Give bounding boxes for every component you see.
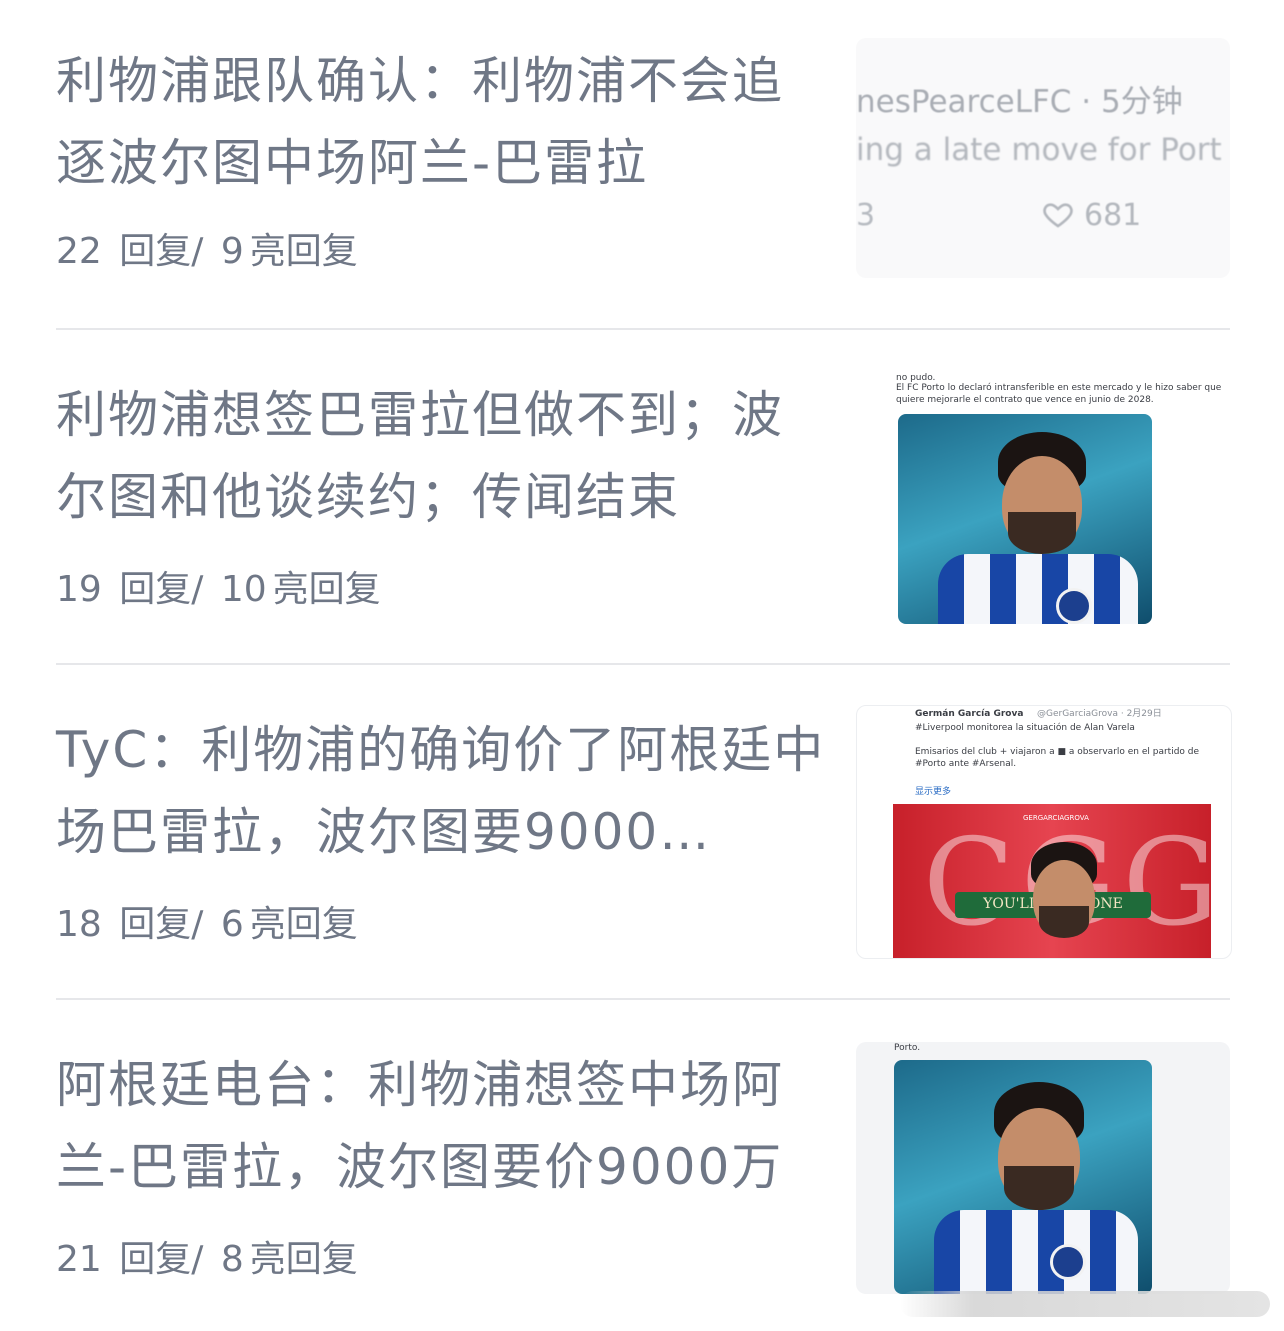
light-count: 10 xyxy=(220,569,267,610)
post-meta: 19 回复/ 10 亮回复 xyxy=(56,560,387,612)
post-title[interactable]: 利物浦想签巴雷拉但做不到；波尔图和他谈续约；传闻结束 xyxy=(56,374,826,538)
list-item[interactable]: 利物浦跟队确认：利物浦不会追逐波尔图中场阿兰-巴雷拉 22 回复/ 9 亮回复 n… xyxy=(56,0,1230,330)
light-label: 亮回复 xyxy=(249,1239,358,1280)
post-thumbnail[interactable]: Germán García Grova @GerGarciaGrova · 2月… xyxy=(856,705,1232,959)
tweet-line: Emisarios del club + viajaron a ■ a obse… xyxy=(915,747,1200,769)
list-item[interactable]: TyC：利物浦的确询价了阿根廷中场巴雷拉，波尔图要9000… 18 回复/ 6亮… xyxy=(56,665,1232,995)
reply-label: 回复/ xyxy=(119,569,204,610)
show-more-link[interactable]: 显示更多 xyxy=(915,784,951,797)
tweet-text: ing a late move for Port xyxy=(856,132,1222,168)
thumb-caption: Porto. xyxy=(894,1043,921,1053)
light-count: 9 xyxy=(220,231,244,272)
post-meta: 18 回复/ 6 亮回复 xyxy=(56,895,364,947)
tweet-line: #Liverpool monitorea la situación de Ala… xyxy=(915,723,1135,733)
reply-count: 18 xyxy=(56,904,102,945)
post-thumbnail[interactable]: no pudo. El FC Porto lo declaró intransf… xyxy=(856,372,1230,624)
light-count: 6 xyxy=(220,904,244,945)
post-thumbnail[interactable]: nesPearceLFC · 5分钟 ing a late move for P… xyxy=(856,38,1230,278)
reply-label: 回复/ xyxy=(119,904,204,945)
reply-count: 21 xyxy=(56,1239,102,1280)
player-photo xyxy=(894,1060,1152,1294)
post-title[interactable]: 利物浦跟队确认：利物浦不会追逐波尔图中场阿兰-巴雷拉 xyxy=(56,40,826,204)
list-item[interactable]: 阿根廷电台：利物浦想签中场阿兰-巴雷拉，波尔图要价9000万 21 回复/ 8亮… xyxy=(56,1000,1230,1330)
tweet-author: Germán García Grova xyxy=(915,709,1024,719)
post-meta: 22 回复/ 9 亮回复 xyxy=(56,222,364,274)
thumb-caption-text: El FC Porto lo declaró intransferible en… xyxy=(896,383,1222,405)
light-label: 亮回复 xyxy=(249,231,358,272)
player-photo xyxy=(898,414,1152,624)
tweet-handle: @GerGarciaGrova · 2月29日 xyxy=(1037,709,1162,719)
light-label: 亮回复 xyxy=(249,904,358,945)
tweet-count: 3 xyxy=(856,198,876,233)
club-badge-icon xyxy=(1056,588,1092,624)
heart-icon xyxy=(1043,203,1073,228)
post-meta: 21 回复/ 8 亮回复 xyxy=(56,1230,364,1282)
reply-label: 回复/ xyxy=(119,1239,204,1280)
list-item[interactable]: 利物浦想签巴雷拉但做不到；波尔图和他谈续约；传闻结束 19 回复/ 10 亮回复 … xyxy=(56,330,1230,660)
watermark xyxy=(900,1291,1270,1317)
light-label: 亮回复 xyxy=(272,569,381,610)
club-badge-icon xyxy=(1050,1244,1086,1280)
reply-label: 回复/ xyxy=(119,231,204,272)
tweet-header: nesPearceLFC · 5分钟 xyxy=(856,84,1183,120)
light-count: 8 xyxy=(220,1239,244,1280)
promo-image: CGG GERGARCIAGROVA YOU'LL NE ALONE xyxy=(893,804,1219,958)
post-thumbnail[interactable]: Porto. xyxy=(856,1042,1230,1294)
reply-count: 19 xyxy=(56,569,102,610)
tweet-likes: 681 xyxy=(1042,198,1141,233)
post-title[interactable]: 阿根廷电台：利物浦想签中场阿兰-巴雷拉，波尔图要价9000万 xyxy=(56,1044,826,1208)
reply-count: 22 xyxy=(56,231,102,272)
post-title[interactable]: TyC：利物浦的确询价了阿根廷中场巴雷拉，波尔图要9000… xyxy=(56,709,826,873)
